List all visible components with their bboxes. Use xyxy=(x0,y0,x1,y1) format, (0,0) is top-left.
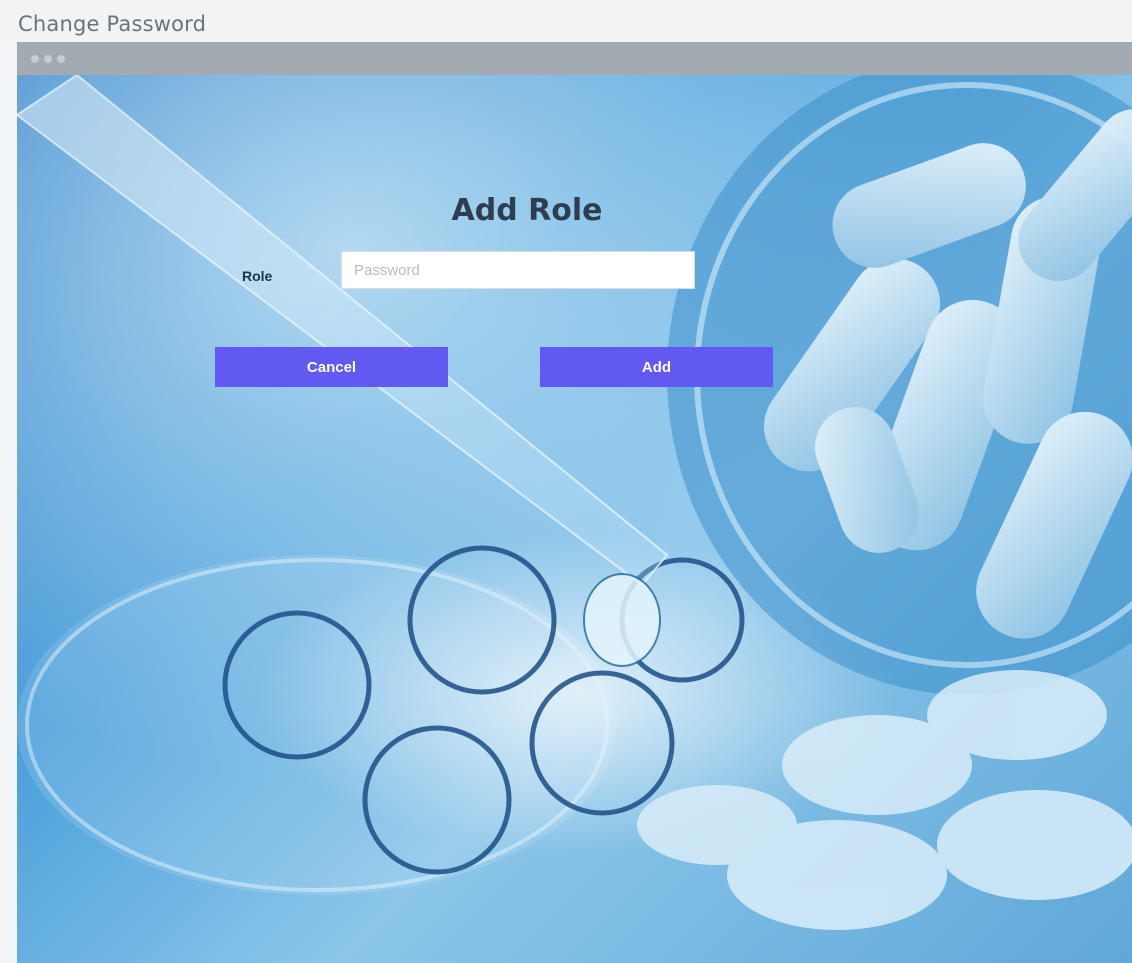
role-input[interactable] xyxy=(341,251,695,289)
background-image: Add Role Role Cancel Add xyxy=(17,75,1132,963)
cancel-button[interactable]: Cancel xyxy=(215,347,448,387)
window-dot-icon xyxy=(31,55,39,63)
add-button[interactable]: Add xyxy=(540,347,773,387)
window-title-bar[interactable] xyxy=(17,42,1132,75)
page-title: Change Password xyxy=(18,12,207,36)
role-label: Role xyxy=(242,268,273,284)
form-title: Add Role xyxy=(451,193,603,228)
window-dot-icon xyxy=(44,55,52,63)
page-header: Change Password xyxy=(0,0,1132,42)
window-dot-icon xyxy=(57,55,65,63)
app-window: Add Role Role Cancel Add xyxy=(17,42,1132,963)
